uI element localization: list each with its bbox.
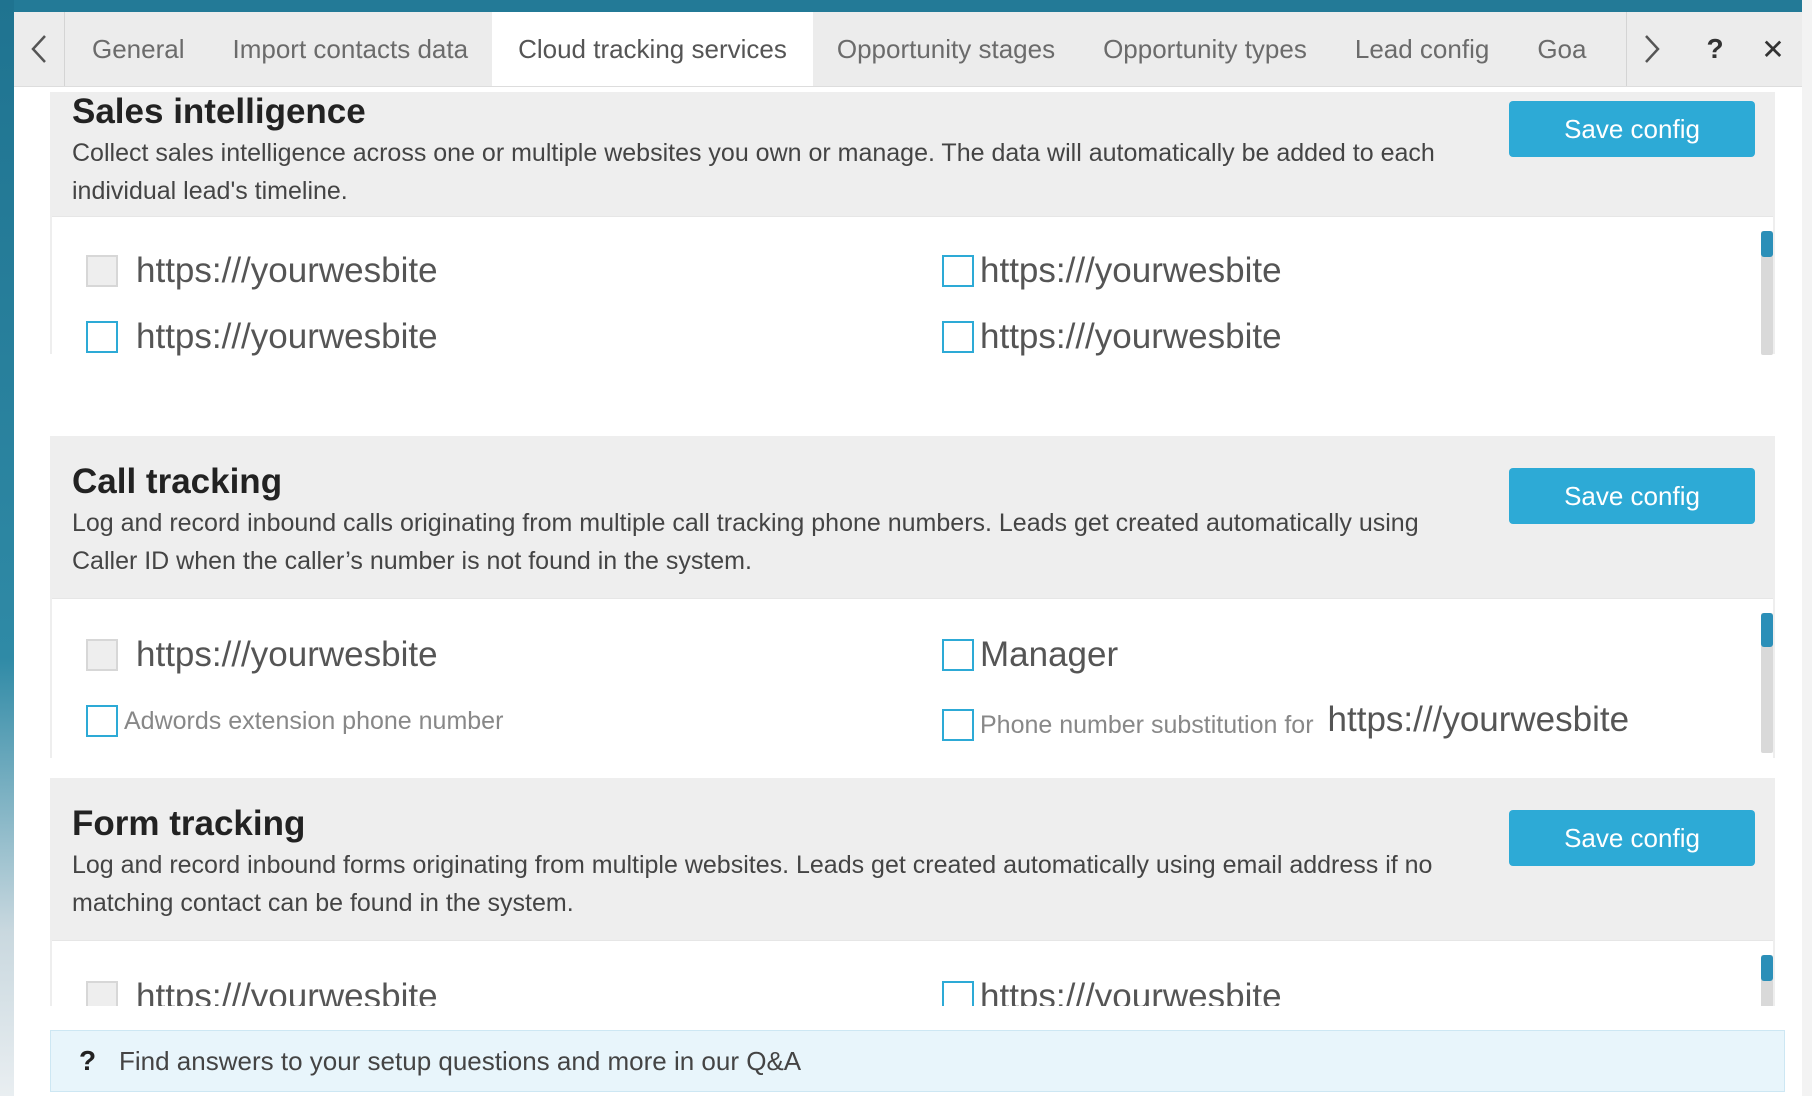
section-title: Sales intelligence (72, 92, 366, 131)
options-panel: https:///yourwesbite https:///yourwesbit… (52, 940, 1773, 1006)
section-header: Form tracking Log and record inbound for… (50, 778, 1775, 940)
checkbox-checked[interactable] (942, 981, 974, 1006)
option-checkbox[interactable]: https:///yourwesbite (942, 317, 1282, 357)
scrollbar-thumb[interactable] (1761, 231, 1773, 257)
tab-cloud-tracking-services[interactable]: Cloud tracking services (492, 12, 813, 86)
checkbox-checked[interactable] (942, 639, 974, 671)
option-checkbox[interactable]: https:///yourwesbite (86, 635, 438, 675)
tab-opportunity-stages[interactable]: Opportunity stages (813, 12, 1079, 86)
background-right (1802, 0, 1812, 1096)
section-header: Sales intelligence Collect sales intelli… (50, 92, 1775, 216)
checkbox-unchecked[interactable] (86, 981, 118, 1006)
checkbox-checked[interactable] (942, 255, 974, 287)
options-panel: https:///yourwesbite Adwords extension p… (52, 598, 1773, 759)
option-label: https:///yourwesbite (980, 317, 1282, 356)
option-label: https:///yourwesbite (136, 317, 438, 356)
help-footer-banner[interactable]: ? Find answers to your setup questions a… (50, 1030, 1785, 1092)
section-header: Call tracking Log and record inbound cal… (50, 436, 1775, 598)
settings-window: General Import contacts data Cloud track… (14, 12, 1802, 1096)
option-checkbox[interactable]: Phone number substitution for https:///y… (942, 699, 1629, 741)
section-description: Log and record inbound calls originating… (72, 509, 1419, 575)
option-checkbox[interactable]: https:///yourwesbite (942, 251, 1282, 291)
scrollbar-thumb[interactable] (1761, 955, 1773, 981)
option-checkbox[interactable]: https:///yourwesbite (86, 977, 438, 1006)
background-left (0, 0, 14, 1096)
option-label: https:///yourwesbite (136, 977, 438, 1006)
content-area: Sales intelligence Collect sales intelli… (14, 86, 1802, 1006)
section-title: Call tracking (72, 462, 283, 501)
section-call-tracking: Call tracking Log and record inbound cal… (50, 436, 1775, 759)
footer-link-text[interactable]: Find answers to your setup questions and… (119, 1046, 801, 1077)
checkbox-checked[interactable] (942, 321, 974, 353)
checkbox-unchecked[interactable] (86, 639, 118, 671)
tab-bar: General Import contacts data Cloud track… (14, 12, 1802, 87)
tab-scroll-left-button[interactable] (14, 12, 65, 86)
close-icon: ✕ (1761, 33, 1785, 65)
checkbox-checked[interactable] (86, 321, 118, 353)
option-label: Phone number substitution for (980, 710, 1314, 739)
save-config-button[interactable]: Save config (1509, 810, 1755, 866)
chevron-right-icon (1645, 35, 1660, 63)
tab-general[interactable]: General (68, 12, 209, 86)
tab-scroll-right-button[interactable] (1626, 12, 1677, 86)
checkbox-unchecked[interactable] (86, 255, 118, 287)
tab-list: General Import contacts data Cloud track… (68, 12, 1624, 86)
save-config-button[interactable]: Save config (1509, 468, 1755, 524)
option-label: https:///yourwesbite (136, 635, 438, 674)
option-checkbox[interactable]: https:///yourwesbite (942, 977, 1282, 1006)
scrollbar-thumb[interactable] (1761, 613, 1773, 647)
option-label: https:///yourwesbite (136, 251, 438, 290)
help-icon: ? (1706, 33, 1724, 64)
option-label: https:///yourwesbite (980, 977, 1282, 1006)
tab-lead-config[interactable]: Lead config (1331, 12, 1513, 86)
section-form-tracking: Form tracking Log and record inbound for… (50, 778, 1775, 1006)
option-checkbox[interactable]: Manager (942, 635, 1118, 675)
tab-opportunity-types[interactable]: Opportunity types (1079, 12, 1331, 86)
tab-goals[interactable]: Goa (1513, 12, 1610, 86)
options-scrollbar[interactable] (1761, 955, 1773, 1006)
option-label: Adwords extension phone number (124, 706, 504, 735)
question-icon: ? (79, 1045, 97, 1076)
option-label-suffix: https:///yourwesbite (1327, 700, 1630, 739)
section-description: Log and record inbound forms originating… (72, 851, 1433, 917)
options-scrollbar[interactable] (1761, 613, 1773, 753)
section-sales-intelligence: Sales intelligence Collect sales intelli… (50, 92, 1775, 357)
chevron-left-icon (31, 35, 46, 63)
option-checkbox[interactable]: Adwords extension phone number (86, 705, 503, 737)
background-top (0, 0, 1812, 12)
section-description: Collect sales intelligence across one or… (72, 139, 1435, 205)
checkbox-checked[interactable] (86, 705, 118, 737)
tab-import-contacts-data[interactable]: Import contacts data (209, 12, 493, 86)
save-config-button[interactable]: Save config (1509, 101, 1755, 157)
options-panel: https:///yourwesbite https:///yourwesbit… (52, 216, 1773, 357)
close-button[interactable]: ✕ (1753, 29, 1793, 69)
option-label: Manager (980, 635, 1119, 674)
help-button[interactable]: ? (1695, 29, 1735, 69)
options-scrollbar[interactable] (1761, 231, 1773, 355)
option-checkbox[interactable]: https:///yourwesbite (86, 317, 438, 357)
checkbox-checked[interactable] (942, 709, 974, 741)
section-title: Form tracking (72, 804, 306, 843)
option-checkbox[interactable]: https:///yourwesbite (86, 251, 438, 291)
option-label: https:///yourwesbite (980, 251, 1282, 290)
window-tools: ? ✕ (1686, 12, 1802, 86)
